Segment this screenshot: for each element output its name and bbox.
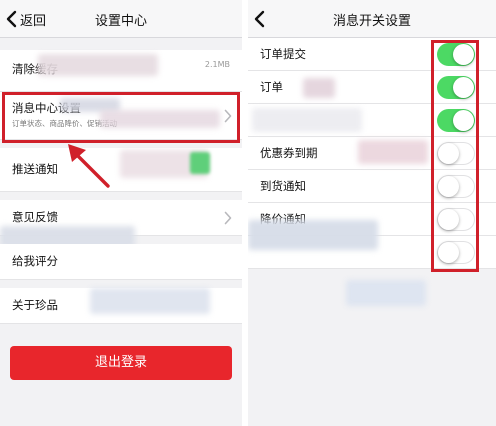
chevron-right-icon bbox=[224, 109, 232, 123]
restock-notice-label: 到货通知 bbox=[260, 179, 306, 193]
blur-mask bbox=[358, 140, 428, 164]
about-label: 关于珍品 bbox=[12, 298, 58, 312]
nav-bar: 返回 设置中心 bbox=[0, 0, 242, 38]
price-drop-toggle[interactable] bbox=[437, 208, 475, 231]
nav-bar: 消息开关设置 bbox=[248, 0, 496, 38]
blurred-toggle[interactable] bbox=[437, 109, 475, 132]
coupon-expiry-label: 优惠券到期 bbox=[260, 146, 318, 160]
blur-mask bbox=[190, 152, 210, 174]
feedback-label: 意见反馈 bbox=[12, 210, 58, 224]
toggle-knob bbox=[453, 44, 474, 65]
blur-mask bbox=[38, 54, 158, 76]
blurred-toggle[interactable] bbox=[437, 241, 475, 264]
toggle-knob bbox=[438, 142, 459, 164]
page-title: 设置中心 bbox=[94, 14, 147, 29]
blur-mask bbox=[346, 280, 426, 306]
toggle-knob bbox=[453, 77, 474, 98]
toggle-knob bbox=[438, 208, 459, 230]
logout-button[interactable]: 退出登录 bbox=[10, 346, 232, 380]
order-status-toggle[interactable] bbox=[437, 76, 475, 99]
blur-mask bbox=[90, 288, 210, 314]
rate-us-label: 给我评分 bbox=[12, 254, 58, 268]
cache-size-value: 2.1MB bbox=[204, 60, 230, 69]
blur-mask bbox=[303, 78, 335, 98]
chevron-right-icon bbox=[224, 211, 232, 225]
blur-mask bbox=[100, 110, 220, 128]
blur-mask bbox=[252, 108, 362, 132]
rate-us-row[interactable]: 给我评分 bbox=[0, 244, 242, 280]
page-title: 消息开关设置 bbox=[332, 14, 411, 29]
push-notification-label: 推送通知 bbox=[12, 162, 58, 176]
annotation-arrow-icon bbox=[68, 144, 110, 188]
order-submit-toggle[interactable] bbox=[437, 43, 475, 66]
message-switch-screen: 消息开关设置 订单提交 订单 优惠券到期 到货通知 降价通知 bbox=[248, 0, 496, 426]
settings-center-screen: 返回 设置中心 清除缓存 2.1MB 消息中心设置 订单状态、商品降价、促销活动… bbox=[0, 0, 242, 426]
order-submit-label: 订单提交 bbox=[260, 47, 306, 61]
order-status-label: 订单 bbox=[260, 80, 283, 94]
blur-mask bbox=[248, 220, 378, 250]
toggle-knob bbox=[438, 175, 459, 197]
restock-notice-toggle[interactable] bbox=[437, 175, 475, 198]
coupon-expiry-toggle[interactable] bbox=[437, 142, 475, 165]
toggle-knob bbox=[438, 241, 459, 263]
toggle-knob bbox=[453, 110, 474, 131]
